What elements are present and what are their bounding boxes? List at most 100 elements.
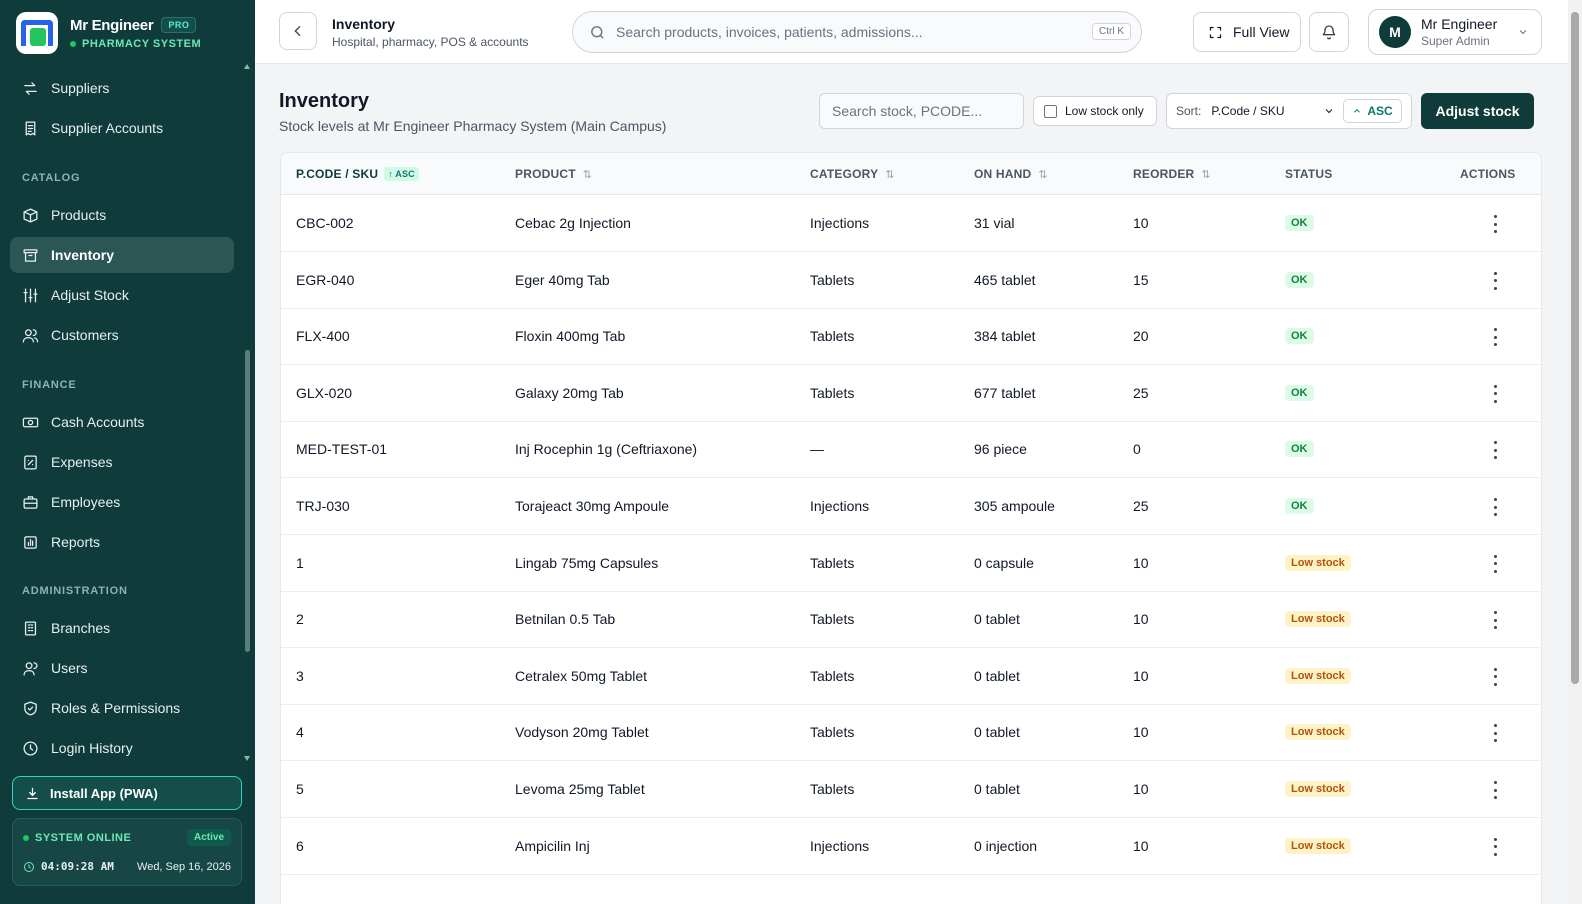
cell-code: 4: [296, 724, 304, 741]
system-time: 04:09:28 AM: [41, 860, 114, 873]
column-header-label: P.CODE / SKU: [296, 167, 379, 181]
row-actions-menu-icon[interactable]: [1491, 724, 1499, 743]
row-actions-menu-icon[interactable]: [1491, 328, 1499, 347]
page-title: Inventory: [279, 90, 370, 112]
sidebar-item-adjust-stock[interactable]: Adjust Stock: [10, 277, 234, 313]
arrows-swap-icon: [24, 81, 37, 95]
sort-direction-button[interactable]: ASC: [1343, 99, 1402, 123]
sidebar-scrollbar[interactable]: [245, 350, 250, 652]
brand[interactable]: Mr Engineer PRO PHARMACY SYSTEM: [16, 12, 201, 54]
table-row[interactable]: CBC-002 Cebac 2g Injection Injections 31 vi…: [281, 195, 1541, 252]
sidebar-item-label: Suppliers: [51, 80, 110, 96]
back-button[interactable]: [279, 12, 317, 50]
row-actions-menu-icon[interactable]: [1491, 441, 1499, 460]
user-menu[interactable]: M Mr Engineer Super Admin: [1368, 9, 1542, 55]
column-header-label: ON HAND: [974, 167, 1032, 181]
row-actions-menu-icon[interactable]: [1491, 215, 1499, 233]
status-badge: OK: [1285, 215, 1314, 231]
table-row[interactable]: FLX-400 Floxin 400mg Tab Tablets 384 tablet…: [281, 308, 1541, 366]
install-app-button[interactable]: Install App (PWA): [12, 776, 242, 810]
brand-name: Mr Engineer: [70, 16, 154, 34]
page-subtitle: Stock levels at Mr Engineer Pharmacy Sys…: [279, 118, 667, 134]
sidebar-item-users[interactable]: Users: [10, 650, 234, 686]
user-name: Mr Engineer: [1421, 16, 1498, 32]
table-row[interactable]: 3 Cetralex 50mg Tablet Tablets 0 tablet 10 Lo…: [281, 648, 1541, 705]
sidebar-item-employees[interactable]: Employees: [10, 484, 234, 520]
status-badge: OK: [1285, 441, 1314, 458]
bell-icon: [1322, 25, 1336, 40]
row-actions-menu-icon[interactable]: [1491, 781, 1499, 799]
row-actions-menu-icon[interactable]: [1491, 271, 1499, 290]
sort-select[interactable]: P.Code / SKU: [1211, 104, 1323, 118]
low-stock-toggle[interactable]: Low stock only: [1033, 96, 1157, 126]
cell-category: Tablets: [810, 384, 855, 401]
column-header-status: STATUS: [1285, 167, 1332, 181]
table-row[interactable]: 2 Betnilan 0.5 Tab Tablets 0 tablet 10 Low st…: [281, 591, 1541, 649]
row-actions-menu-icon[interactable]: [1491, 498, 1499, 516]
sidebar-scroll-down[interactable]: [244, 756, 250, 761]
cell-category: Injections: [810, 498, 870, 514]
cell-reorder: 10: [1133, 554, 1149, 571]
sidebar-item-reports[interactable]: Reports: [10, 524, 234, 560]
system-status: SYSTEM ONLINE: [35, 831, 132, 844]
full-view-button[interactable]: Full View: [1193, 12, 1301, 52]
sidebar: Mr Engineer PRO PHARMACY SYSTEM Suppliers…: [0, 0, 255, 904]
status-badge: Low stock: [1285, 781, 1351, 797]
table-row[interactable]: 5 Levoma 25mg Tablet Tablets 0 tablet 10 Low …: [281, 761, 1541, 818]
table-row[interactable]: 6 Ampicilin Inj Injections 0 injection 10 Low…: [281, 818, 1541, 875]
global-search[interactable]: Ctrl K: [572, 11, 1142, 53]
table-row[interactable]: EGR-040 Eger 40mg Tab Tablets 465 tablet 15 O…: [281, 252, 1541, 309]
sidebar-item-login-history[interactable]: Login History: [10, 730, 234, 766]
cell-code: 2: [296, 611, 304, 628]
sidebar-item-branches[interactable]: Branches: [10, 610, 234, 646]
sidebar-item-customers[interactable]: Customers: [10, 317, 234, 353]
notifications-button[interactable]: [1309, 12, 1349, 52]
install-app-label: Install App (PWA): [50, 785, 158, 801]
table-row[interactable]: TRJ-030 Torajeact 30mg Ampoule Injections 3…: [281, 478, 1541, 535]
row-actions-menu-icon[interactable]: [1491, 667, 1499, 686]
sidebar-item-inventory[interactable]: Inventory: [10, 237, 234, 273]
row-actions-menu-icon[interactable]: [1491, 837, 1499, 856]
cell-reorder: 10: [1133, 724, 1149, 741]
sidebar-item-suppliers[interactable]: Suppliers: [10, 70, 234, 106]
cell-product: Levoma 25mg Tablet: [515, 781, 645, 797]
low-stock-checkbox[interactable]: [1044, 104, 1057, 118]
chevron-left-icon: [294, 25, 301, 37]
sidebar-item-cash-accounts[interactable]: Cash Accounts: [10, 404, 234, 440]
stock-search-input[interactable]: [819, 93, 1024, 129]
adjust-stock-button[interactable]: Adjust stock: [1421, 93, 1534, 129]
chevron-down-icon: [1519, 30, 1527, 35]
chevron-down-icon[interactable]: [1323, 105, 1335, 117]
table-row[interactable]: 1 Lingab 75mg Capsules Tablets 0 capsule 10 L…: [281, 535, 1541, 592]
page-scrollbar[interactable]: [1571, 12, 1579, 684]
table-row[interactable]: GLX-020 Galaxy 20mg Tab Tablets 677 tablet 2…: [281, 365, 1541, 422]
cell-category: Injections: [810, 837, 870, 854]
column-header-product[interactable]: PRODUCT ⇅: [515, 167, 592, 181]
sidebar-item-label: Inventory: [51, 247, 115, 263]
sidebar-item-roles-permissions[interactable]: Roles & Permissions: [10, 690, 234, 726]
row-actions-menu-icon[interactable]: [1491, 554, 1499, 573]
cell-product: Cetralex 50mg Tablet: [515, 667, 648, 684]
table-row[interactable]: MED-TEST-01 Inj Rocephin 1g (Ceftriaxone)…: [281, 421, 1541, 479]
avatar: M: [1379, 16, 1411, 48]
sidebar-scroll-up[interactable]: [244, 64, 250, 69]
sidebar-item-products[interactable]: Products: [10, 197, 234, 233]
cell-product: Ampicilin Inj: [515, 837, 590, 854]
column-header-actions: ACTIONS: [1460, 167, 1515, 181]
column-header-label: REORDER: [1133, 167, 1195, 181]
cell-onhand: 384 tablet: [974, 328, 1036, 345]
expense-icon: [24, 454, 37, 470]
row-actions-menu-icon[interactable]: [1491, 384, 1499, 403]
column-header-reorder[interactable]: REORDER ⇅: [1133, 167, 1211, 181]
sidebar-item-expenses[interactable]: Expenses: [10, 444, 234, 480]
column-header-category[interactable]: CATEGORY ⇅: [810, 167, 895, 181]
column-header-onhand[interactable]: ON HAND ⇅: [974, 167, 1048, 181]
global-search-input[interactable]: [616, 24, 1066, 40]
row-actions-menu-icon[interactable]: [1491, 611, 1499, 630]
sidebar-item-supplier-accounts[interactable]: Supplier Accounts: [10, 110, 234, 146]
receipt-icon: [25, 120, 36, 136]
column-header-code[interactable]: P.CODE / SKU ↑ ASC: [296, 167, 419, 181]
system-date: Wed, Sep 16, 2026: [137, 860, 231, 873]
table-row[interactable]: 4 Vodyson 20mg Tablet Tablets 0 tablet 10 Low…: [281, 704, 1541, 762]
cell-category: Tablets: [810, 781, 855, 797]
